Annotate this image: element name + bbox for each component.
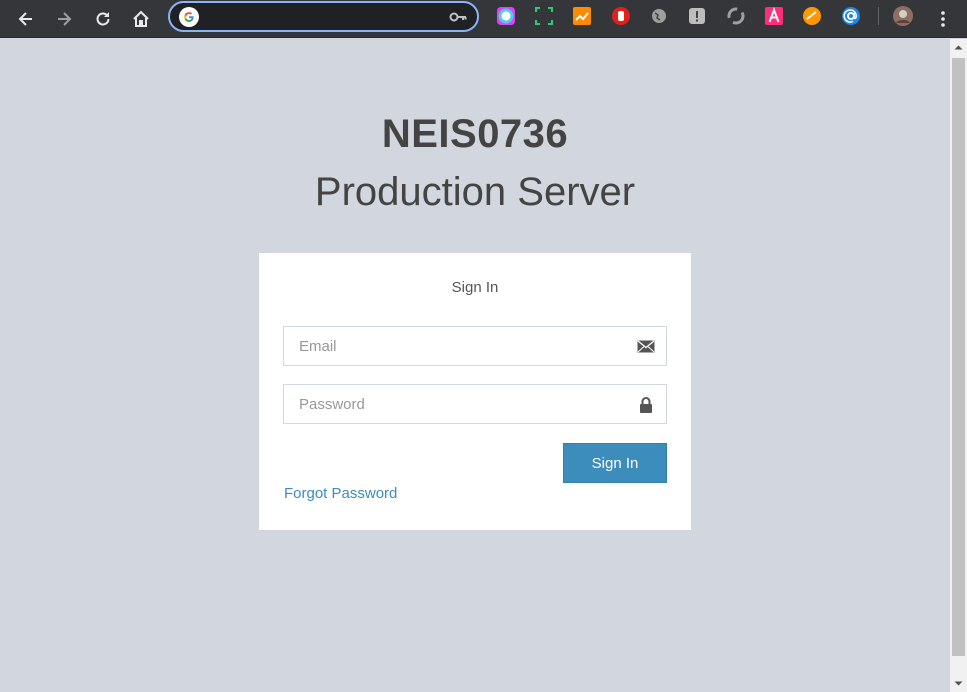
google-icon <box>179 7 199 27</box>
letter-a-icon <box>765 7 783 25</box>
globe-icon <box>652 9 666 23</box>
color-circle-extension[interactable] <box>495 5 517 27</box>
screenshot-extension[interactable] <box>533 5 555 27</box>
chart-icon <box>573 7 591 25</box>
orange-extension[interactable] <box>801 5 823 27</box>
stop-hand-icon <box>612 7 630 25</box>
page-scrollbar[interactable] <box>950 39 967 692</box>
password-field[interactable] <box>283 384 667 424</box>
login-heading: Sign In <box>451 279 499 296</box>
back-icon <box>18 12 32 26</box>
envelope-icon <box>637 340 655 353</box>
at-sign-extension[interactable] <box>840 5 862 27</box>
page-title: NEIS0736 <box>381 112 569 156</box>
home-icon <box>133 10 149 27</box>
browser-toolbar <box>0 0 967 38</box>
password-input[interactable] <box>284 385 624 423</box>
at-sign-icon <box>842 7 860 25</box>
lock-icon <box>640 397 652 413</box>
screenshot-icon <box>535 7 553 25</box>
email-input[interactable] <box>284 327 624 365</box>
address-input[interactable] <box>206 6 446 27</box>
address-bar[interactable] <box>168 1 479 32</box>
login-box: Sign In Sign In Forgot Password <box>259 253 691 530</box>
scroll-down-icon[interactable] <box>950 675 967 692</box>
stop-extension[interactable] <box>610 5 632 27</box>
menu-icon <box>941 11 945 27</box>
email-field[interactable] <box>283 326 667 366</box>
forward-button[interactable] <box>49 4 79 34</box>
globe-extension[interactable] <box>648 5 670 27</box>
sign-in-button[interactable]: Sign In <box>563 443 667 483</box>
back-button[interactable] <box>11 4 41 34</box>
forward-icon <box>58 12 72 26</box>
home-button[interactable] <box>126 4 156 34</box>
letter-a-extension[interactable] <box>763 5 785 27</box>
page-subtitle: Production Server <box>314 170 636 214</box>
chart-extension[interactable] <box>571 5 593 27</box>
scrollbar-thumb[interactable] <box>952 58 965 656</box>
profile-avatar[interactable] <box>892 5 914 27</box>
color-circle-icon <box>497 7 515 25</box>
reload-icon <box>96 12 110 26</box>
clipboard-icon <box>689 8 705 24</box>
sync-extension[interactable] <box>725 5 747 27</box>
browser-menu-button[interactable] <box>928 4 958 34</box>
clipboard-extension[interactable] <box>686 5 708 27</box>
sync-icon <box>727 7 745 25</box>
orange-icon <box>803 7 821 25</box>
forgot-password-link[interactable]: Forgot Password <box>284 485 397 502</box>
toolbar-separator <box>878 7 879 25</box>
key-icon[interactable] <box>449 9 467 25</box>
avatar-icon <box>893 6 913 26</box>
scroll-up-icon[interactable] <box>950 39 967 56</box>
reload-button[interactable] <box>88 4 118 34</box>
